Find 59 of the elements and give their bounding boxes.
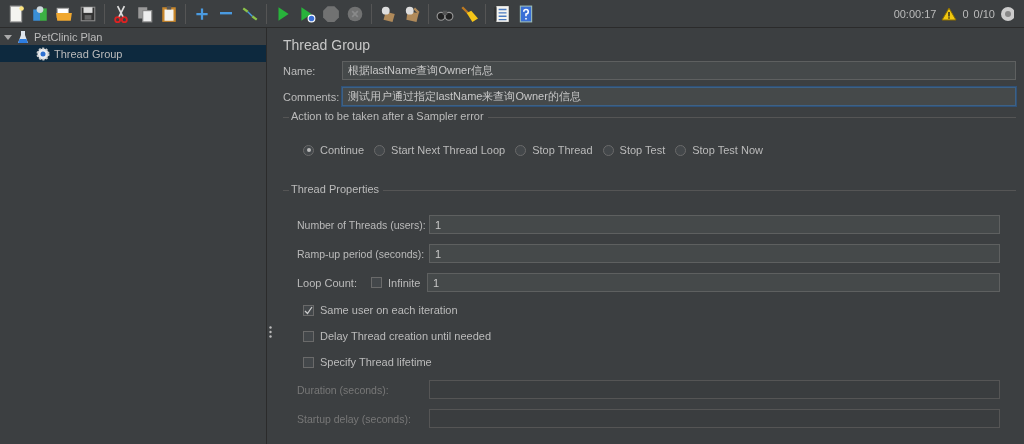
play-clock-icon (298, 4, 316, 23)
expand-arrow-icon[interactable] (4, 32, 12, 41)
tree-row[interactable]: Thread Group (0, 45, 266, 62)
elapsed-time: 00:00:17 (893, 7, 937, 20)
document-icon (7, 4, 25, 23)
flask-icon (16, 29, 30, 44)
checkbox-label: Infinite (388, 276, 421, 289)
checkbox[interactable] (303, 304, 314, 316)
checkbox[interactable] (303, 330, 314, 342)
gear-icon (36, 46, 50, 61)
field-label: Startup delay (seconds): (297, 412, 412, 425)
radio-button[interactable] (374, 144, 386, 156)
scissors-icon (112, 4, 130, 23)
radio-button[interactable] (303, 144, 314, 156)
drag-handle-icon[interactable] (269, 326, 272, 338)
radio-label: Continue (320, 144, 365, 156)
input-field[interactable] (429, 409, 1000, 428)
help-icon (517, 4, 535, 23)
thread-count: 0/10 (973, 7, 995, 20)
minus-icon (220, 12, 232, 15)
field-label: Comments: (283, 90, 341, 103)
radio-label: Start Next Thread Loop (391, 144, 506, 156)
radio-label: Stop Thread (532, 144, 593, 156)
broom-icon (460, 4, 478, 23)
input-field[interactable]: 1 (429, 215, 1000, 234)
stop-sign-icon (322, 4, 340, 23)
checkbox[interactable] (371, 277, 382, 288)
books-icon (31, 4, 49, 23)
tree-label: Thread Group (54, 47, 123, 60)
radio-label: Stop Test Now (692, 144, 763, 156)
section-title: Thread Properties (289, 183, 384, 195)
radio-button[interactable] (515, 144, 527, 156)
field-label: Duration (seconds): (297, 383, 390, 396)
copy-icon (136, 4, 154, 23)
section-title: Action to be taken after a Sampler error (289, 110, 488, 122)
field-label: Loop Count: (297, 276, 358, 289)
radio-label: Stop Test (619, 144, 666, 156)
input-field[interactable]: 根据lastName查询Owner信息 (342, 61, 1016, 80)
checkbox-label: Delay Thread creation until needed (320, 330, 492, 342)
panel-title: Thread Group (283, 37, 372, 53)
checkbox[interactable] (303, 356, 314, 368)
warning-icon[interactable] (941, 6, 958, 21)
radio-button[interactable] (675, 144, 687, 156)
checkbox-label: Specify Thread lifetime (320, 356, 432, 368)
field-label: Name: (283, 64, 317, 77)
input-field[interactable]: 测试用户通过指定lastName来查询Owner的信息 (342, 87, 1016, 106)
field-label: Ramp-up period (seconds): (297, 247, 426, 260)
input-field[interactable]: 1 (427, 273, 1000, 292)
close-circle-icon (346, 4, 364, 23)
clipboard-icon (160, 4, 178, 23)
list-icon (493, 4, 511, 23)
warning-count: 0 (962, 7, 969, 20)
tree-label: PetClinic Plan (34, 30, 103, 43)
checkbox-label: Same user on each iteration (320, 304, 458, 316)
tree-row[interactable]: PetClinic Plan (0, 28, 266, 45)
input-field[interactable] (429, 380, 1000, 399)
input-field[interactable]: 1 (429, 244, 1000, 263)
radio-button[interactable] (602, 144, 614, 156)
field-label: Number of Threads (users): (297, 218, 427, 231)
